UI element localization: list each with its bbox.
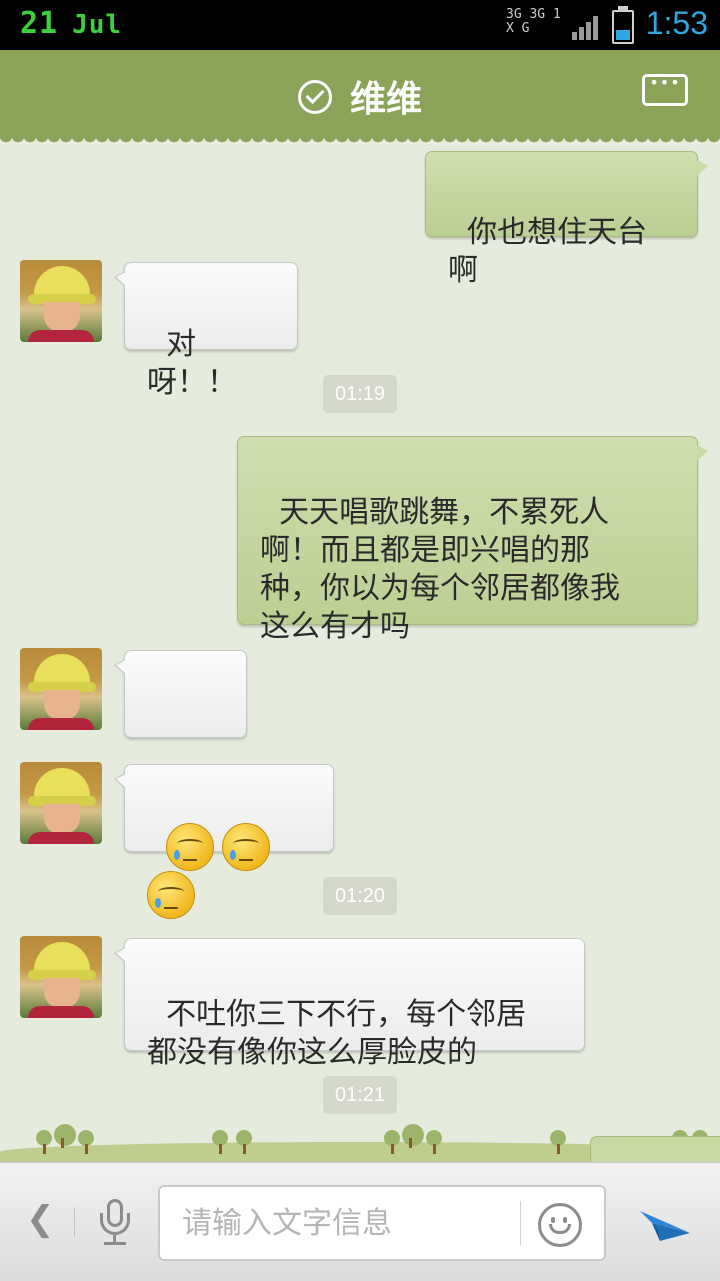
date-month: Jul	[72, 10, 123, 40]
message-bubble-sent[interactable]: 你也想住天台啊	[425, 151, 708, 288]
input-bar: ❮	[0, 1162, 720, 1281]
battery-icon	[612, 6, 634, 44]
chat-title-wrap: 维维	[0, 70, 720, 122]
chat-title: 维维	[349, 79, 422, 120]
status-bar: 21 Jul 3G 3G 1X G 1:53	[0, 0, 720, 50]
crying-face-icon	[147, 871, 195, 919]
message-bubble-received[interactable]: 不吐你三下不行，每个邻居 都没有像你这么厚脸皮的	[114, 938, 585, 1070]
divider	[520, 1201, 521, 1245]
microphone-icon[interactable]	[100, 1199, 130, 1247]
signal-strength-icon	[572, 14, 602, 40]
contact-avatar[interactable]	[20, 936, 102, 1018]
contact-avatar[interactable]	[20, 648, 102, 730]
contact-avatar[interactable]	[20, 260, 102, 342]
smiley-icon[interactable]	[538, 1203, 582, 1247]
status-date: 21 Jul	[20, 6, 122, 41]
paper-plane-icon[interactable]	[638, 1193, 692, 1245]
status-time: 1:53	[645, 5, 708, 41]
message-text: 天天唱歌跳舞，不累死人 啊！而且都是即兴唱的那 种，你以为每个邻居都像我 这么有…	[260, 495, 620, 644]
chat-header: 维维	[0, 50, 720, 144]
timestamp: 01:19	[323, 375, 397, 413]
network-type-icon: 3G 3G 1X G	[506, 8, 566, 36]
message-text: 对呀！！	[147, 327, 237, 400]
network-label: 3G 3G 1X G	[506, 7, 561, 36]
message-bubble-received[interactable]: 对呀！！	[114, 262, 298, 400]
more-options-icon[interactable]	[642, 73, 688, 106]
crying-face-icon	[222, 823, 271, 871]
message-bubble-received[interactable]	[114, 764, 334, 919]
check-circle-icon	[297, 80, 332, 114]
chevron-left-icon[interactable]: ❮	[26, 1199, 55, 1239]
timestamp: 01:20	[323, 877, 397, 915]
message-text: 你也想住天台啊	[448, 215, 648, 288]
message-bubble-received[interactable]: →_→	[114, 650, 247, 788]
message-bubble-sent[interactable]: 天天唱歌跳舞，不累死人 啊！而且都是即兴唱的那 种，你以为每个邻居都像我 这么有…	[237, 436, 708, 644]
contact-avatar[interactable]	[20, 762, 102, 844]
crying-face-icon	[166, 823, 215, 871]
divider	[74, 1207, 75, 1237]
message-text: 不吐你三下不行，每个邻居 都没有像你这么厚脸皮的	[147, 997, 527, 1070]
date-day: 21	[20, 6, 59, 41]
